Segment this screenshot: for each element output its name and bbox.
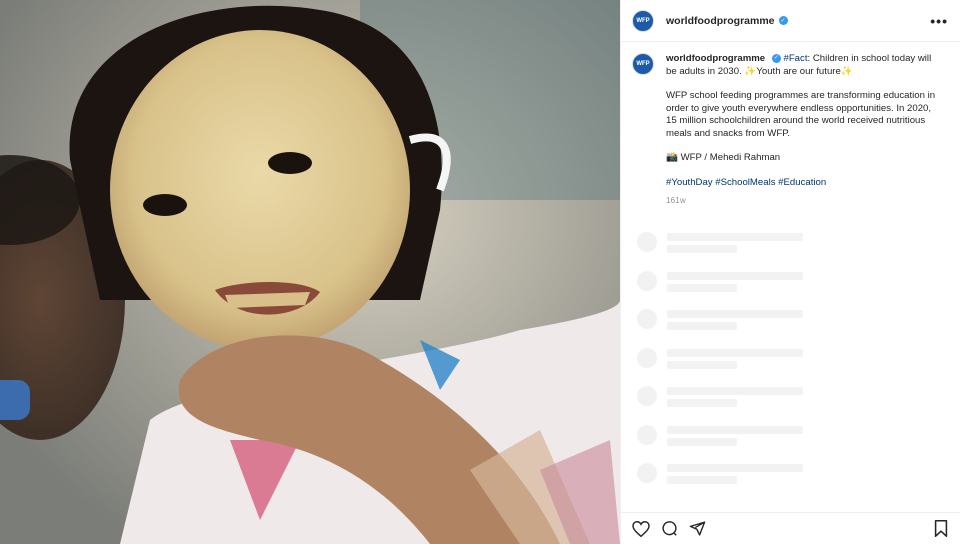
skeleton-line [667,425,803,434]
post-caption: WFP worldfoodprogramme ✓ #Fact: Children… [621,42,960,208]
skeleton-line [667,233,803,241]
caption-hashtags[interactable]: #YouthDay #SchoolMeals #Education [666,177,941,190]
skeleton-avatar [637,386,657,406]
skeleton-line [667,437,737,446]
hashtag-fact[interactable]: #Fact [783,53,807,64]
comment-skeleton-row [637,344,957,383]
skeleton-avatar [637,309,657,329]
skeleton-line [667,360,737,369]
bookmark-icon[interactable] [931,519,951,539]
profile-avatar[interactable]: WFP [632,9,654,32]
skeleton-line [667,322,737,330]
caption-paragraph: WFP school feeding programmes are transf… [666,90,936,139]
skeleton-avatar [637,424,657,445]
avatar-text: WFP [636,61,650,67]
skeleton-avatar [637,232,657,252]
post-photo[interactable] [0,0,620,544]
comments-loading-skeleton [637,228,957,498]
comment-skeleton-row [637,305,957,344]
more-options-icon[interactable]: ••• [930,13,948,29]
caption-avatar[interactable]: WFP [632,53,654,75]
skeleton-line [667,245,737,253]
caption-username[interactable]: worldfoodprogramme [666,53,765,64]
skeleton-line [667,310,803,318]
skeleton-avatar [637,347,657,368]
header-username[interactable]: worldfoodprogramme [666,15,775,27]
skeleton-line [667,283,737,292]
skeleton-line [667,348,803,357]
share-icon[interactable] [687,519,707,539]
comment-skeleton-row [637,382,957,421]
post-header: WFP worldfoodprogramme ✓ ••• [621,0,960,42]
verified-badge-icon: ✓ [771,53,781,63]
caption-body: worldfoodprogramme ✓ #Fact: Children in … [666,53,941,208]
comment-skeleton-row [637,421,957,460]
skeleton-line [667,387,803,395]
post-detail-panel: WFP worldfoodprogramme ✓ ••• WFP worldfo… [620,0,960,544]
photo-credit: 📸 WFP / Mehedi Rahman [666,152,781,163]
skeleton-avatar [637,463,657,483]
child-photo-illustration [0,0,620,544]
heart-icon[interactable] [631,519,651,539]
verified-badge-icon: ✓ [778,16,788,25]
post-timestamp[interactable]: 161w [666,195,941,208]
comment-skeleton-row [637,228,957,267]
comment-skeleton-row [637,267,957,306]
skeleton-line [667,399,737,407]
comment-skeleton-row [637,459,957,498]
skeleton-line [667,464,803,472]
skeleton-line [667,271,803,280]
skeleton-line [667,476,737,484]
post-actions-bar [621,512,960,544]
comment-icon[interactable] [659,519,679,539]
skeleton-avatar [637,270,657,291]
avatar-text: WFP [636,17,650,24]
caption-first-line: worldfoodprogramme ✓ #Fact: Children in … [666,53,941,78]
